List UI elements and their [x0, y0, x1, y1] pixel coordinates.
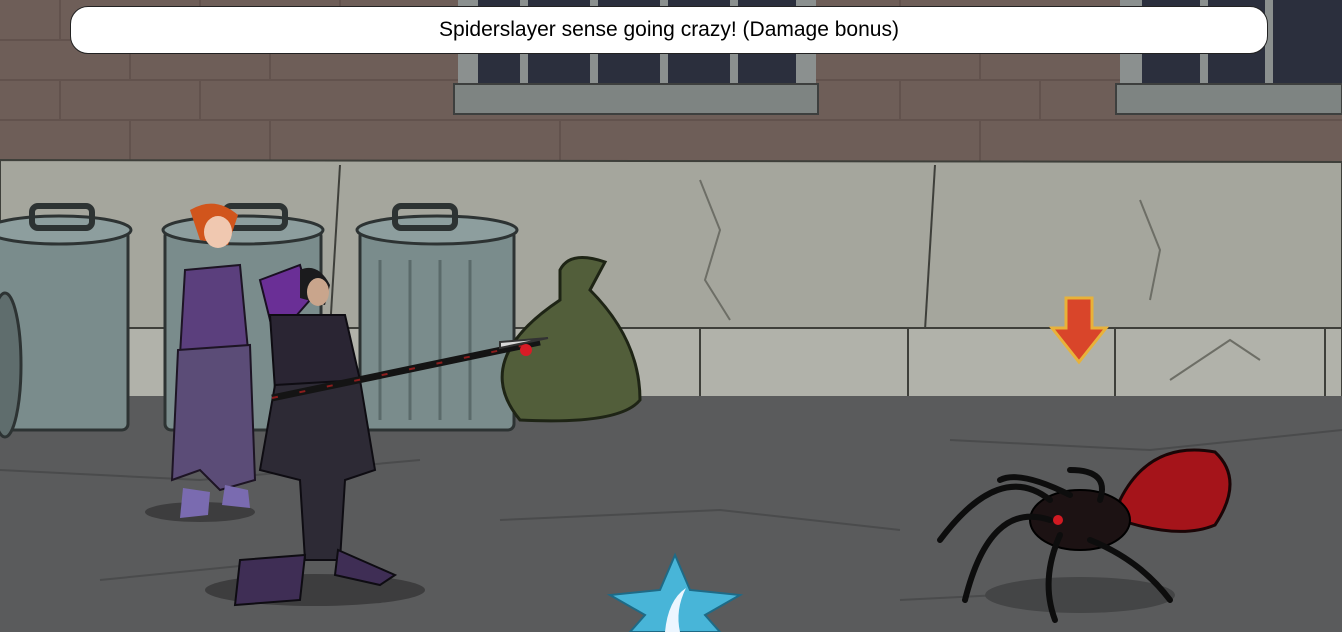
player-character-hitbox[interactable] — [235, 260, 405, 610]
game-scene: Spiderslayer sense going crazy! (Damage … — [0, 0, 1342, 632]
message-banner: Spiderslayer sense going crazy! (Damage … — [70, 6, 1268, 54]
ally-character-hitbox[interactable] — [165, 195, 260, 525]
spider-enemy-target[interactable] — [935, 445, 1235, 630]
banner-message: Spiderslayer sense going crazy! (Damage … — [439, 18, 899, 41]
trash-can-left — [0, 203, 133, 439]
